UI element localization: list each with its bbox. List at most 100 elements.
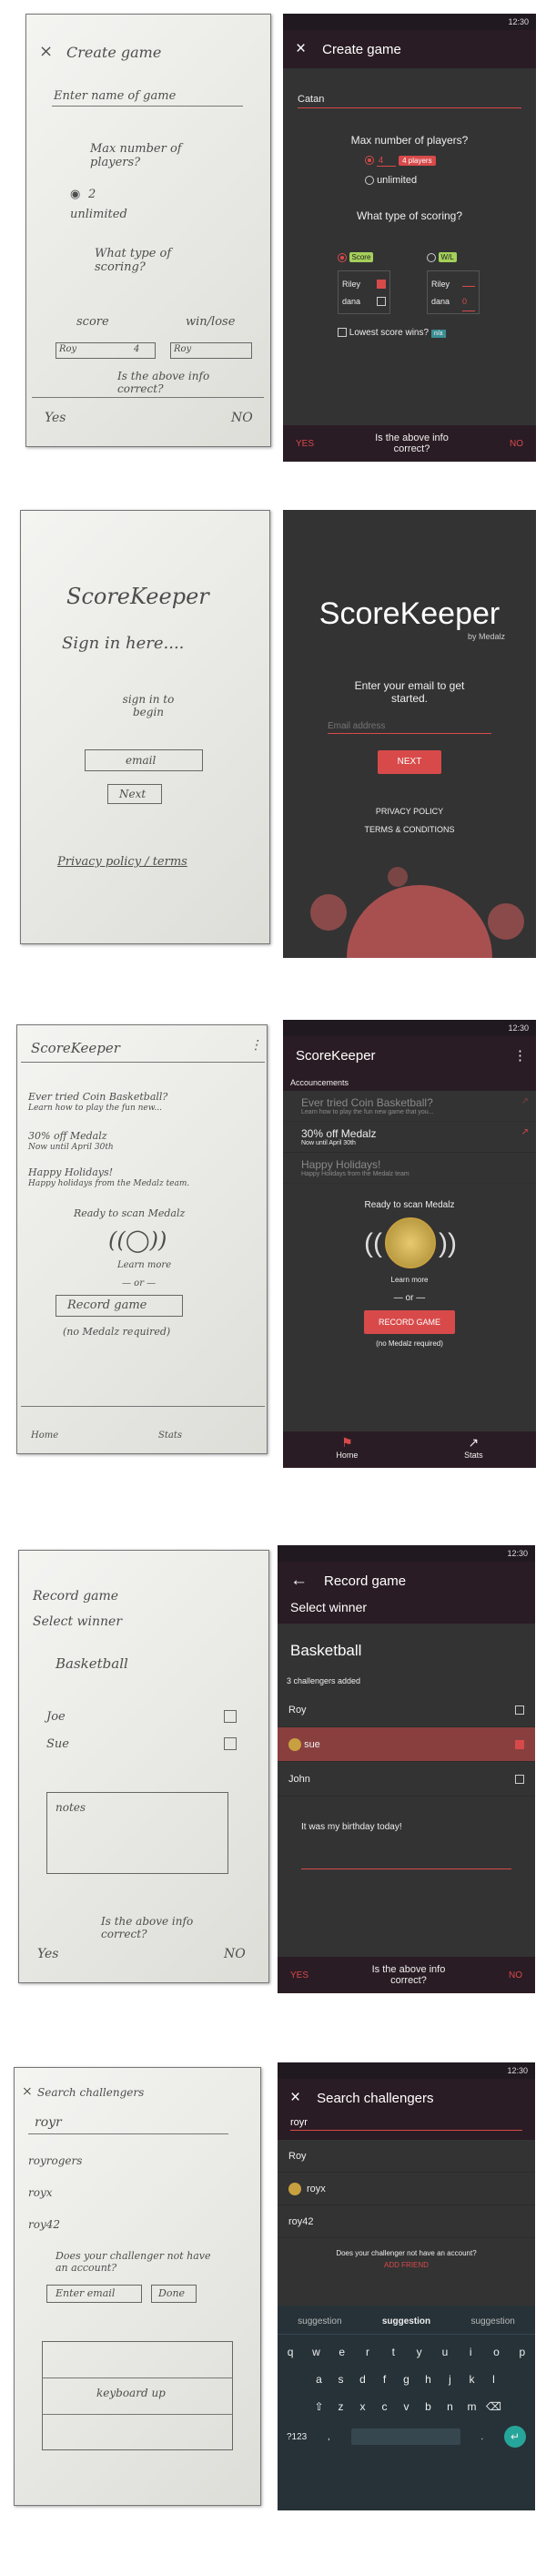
key-k[interactable]: k: [461, 2373, 483, 2386]
yes-button[interactable]: YES: [296, 439, 314, 449]
trend-icon: ↗: [468, 1435, 480, 1450]
sketch-max-players: Max number of players?: [90, 142, 182, 169]
sketch-p2: Sue: [46, 1737, 69, 1751]
key-j[interactable]: j: [440, 2373, 461, 2386]
key-r[interactable]: r: [357, 2346, 379, 2358]
key-e[interactable]: e: [331, 2346, 353, 2358]
winner-checkbox[interactable]: [515, 1739, 524, 1749]
key-t[interactable]: t: [382, 2346, 404, 2358]
result-row[interactable]: royx: [278, 2173, 535, 2205]
key-f[interactable]: f: [374, 2373, 396, 2386]
enter-icon[interactable]: ↵: [504, 2426, 526, 2448]
radio-score[interactable]: [338, 252, 347, 262]
sketch-a3s: Happy holidays from the Medalz team.: [28, 1179, 190, 1188]
lowest-checkbox[interactable]: [338, 328, 347, 338]
next-button[interactable]: NEXT: [378, 750, 441, 774]
add-friend-button[interactable]: ADD FRIEND: [278, 2261, 535, 2269]
terms-link[interactable]: TERMS & CONDITIONS: [283, 825, 536, 834]
email-input[interactable]: [328, 719, 491, 734]
app-search: 12:30 × Search challengers royr Roy royx …: [278, 2062, 535, 2510]
key-o[interactable]: o: [486, 2346, 508, 2358]
key-w[interactable]: w: [305, 2346, 327, 2358]
tab-home[interactable]: ⚑ Home: [336, 1435, 358, 1468]
key-b[interactable]: b: [418, 2400, 440, 2413]
medalz-coin[interactable]: (( )): [364, 1217, 457, 1281]
key-n[interactable]: n: [440, 2400, 461, 2413]
back-arrow-icon[interactable]: ←: [290, 1571, 308, 1591]
close-icon[interactable]: ×: [296, 39, 306, 59]
sketch-stats-tab: Stats: [158, 1431, 182, 1441]
key-u[interactable]: u: [434, 2346, 456, 2358]
winner-checkbox[interactable]: [515, 1774, 524, 1784]
key-a[interactable]: a: [308, 2373, 330, 2386]
key-h[interactable]: h: [418, 2373, 440, 2386]
scoring-label: What type of scoring?: [356, 209, 463, 222]
player-score[interactable]: [462, 276, 475, 287]
key-i[interactable]: i: [460, 2346, 481, 2358]
suggestion[interactable]: suggestion: [470, 2316, 514, 2327]
sketch-p1: Joe: [46, 1710, 66, 1724]
key-p[interactable]: p: [511, 2346, 533, 2358]
notes-input[interactable]: It was my birthday today!: [301, 1822, 511, 1869]
challenger-row[interactable]: Roy: [278, 1693, 535, 1727]
page-title: Search challengers: [317, 2090, 434, 2106]
announcement-1[interactable]: 30% off Medalz Now until April 30th ↗: [283, 1122, 536, 1153]
shift-icon[interactable]: ⇧: [308, 2400, 330, 2413]
tab-stats[interactable]: ↗ Stats: [464, 1435, 483, 1468]
announcement-2[interactable]: Happy Holidays! Happy Holidays from the M…: [283, 1153, 536, 1184]
game-name-input[interactable]: Catan: [298, 94, 521, 108]
symbols-key[interactable]: ?123: [287, 2432, 307, 2442]
search-input[interactable]: royr: [290, 2117, 522, 2131]
record-game-button[interactable]: RECORD GAME: [364, 1310, 455, 1334]
challenger-row[interactable]: sue: [278, 1727, 535, 1762]
confirm-question: Is the above info correct?: [375, 433, 449, 454]
close-icon[interactable]: ×: [290, 2088, 300, 2108]
suggestion[interactable]: suggestion: [298, 2316, 341, 2327]
sketch-scoring: What type of scoring?: [95, 247, 172, 274]
sketch-title: ScoreKeeper: [31, 1040, 120, 1056]
radio-number[interactable]: [365, 156, 374, 166]
key-v[interactable]: v: [396, 2400, 418, 2413]
key-c[interactable]: c: [374, 2400, 396, 2413]
privacy-link[interactable]: PRIVACY POLICY: [283, 807, 536, 816]
sketch-sign-to: sign in to begin: [122, 693, 175, 718]
announcement-title: Ever tried Coin Basketball?: [301, 1096, 433, 1109]
unlimited-label: unlimited: [377, 175, 418, 186]
winner-checkbox[interactable]: [515, 1705, 524, 1715]
suggestion[interactable]: suggestion: [382, 2316, 430, 2327]
space-key[interactable]: [350, 2428, 460, 2445]
player-checkbox[interactable]: [377, 280, 386, 289]
yes-button[interactable]: YES: [290, 1970, 308, 1980]
backspace-icon[interactable]: ⌫: [483, 2400, 505, 2413]
no-button[interactable]: NO: [510, 439, 523, 449]
player-checkbox[interactable]: [377, 297, 386, 306]
key-q[interactable]: q: [279, 2346, 301, 2358]
key-g[interactable]: g: [396, 2373, 418, 2386]
key-l[interactable]: l: [483, 2373, 505, 2386]
sketch-title: ScoreKeeper: [66, 584, 209, 609]
key-m[interactable]: m: [461, 2400, 483, 2413]
section-header: Accouncements: [283, 1074, 536, 1091]
more-icon[interactable]: ⋮: [513, 1047, 527, 1064]
radio-unlimited[interactable]: [365, 176, 374, 186]
result-row[interactable]: roy42: [278, 2205, 535, 2238]
key-x[interactable]: x: [352, 2400, 374, 2413]
player-score[interactable]: 0: [462, 293, 475, 311]
no-button[interactable]: NO: [509, 1970, 522, 1980]
key-d[interactable]: d: [352, 2373, 374, 2386]
result-name: Roy: [288, 2150, 307, 2162]
max-players-input[interactable]: 4: [376, 156, 397, 167]
app-home: 12:30 ScoreKeeper ⋮ Accouncements Ever tr…: [283, 1020, 536, 1468]
key-z[interactable]: z: [330, 2400, 352, 2413]
comma-key[interactable]: ,: [328, 2432, 330, 2442]
sketch-home: ScoreKeeper ⋮ Ever tried Coin Basketball…: [16, 1024, 268, 1454]
radio-wl[interactable]: [427, 252, 436, 262]
challenger-row[interactable]: John: [278, 1762, 535, 1797]
announcement-0[interactable]: Ever tried Coin Basketball? Learn how to …: [283, 1091, 536, 1122]
result-row[interactable]: Roy: [278, 2140, 535, 2173]
key-y[interactable]: y: [409, 2346, 430, 2358]
period-key[interactable]: .: [480, 2432, 483, 2442]
no-account-question: Does your challenger not have an account…: [336, 2249, 477, 2257]
key-s[interactable]: s: [330, 2373, 352, 2386]
lowest-label: Lowest score wins?: [349, 328, 430, 338]
